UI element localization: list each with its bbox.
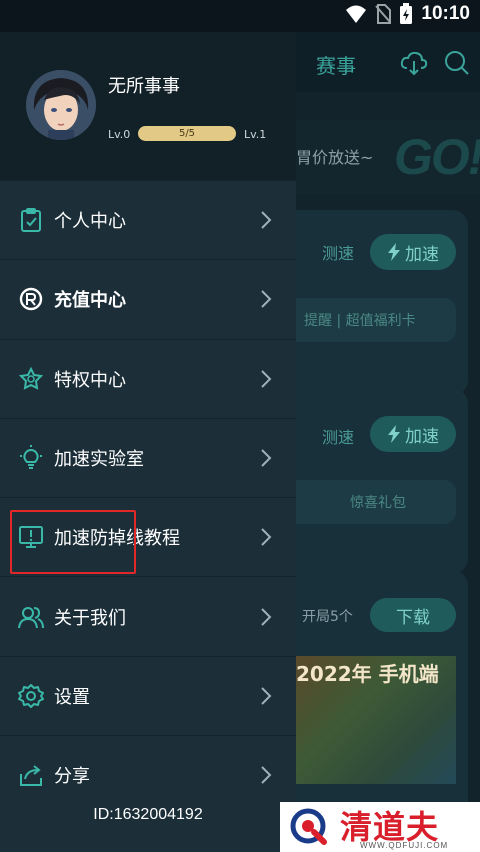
bg-banner: 胃价放送~ GO! bbox=[296, 120, 480, 194]
bg-accelerate-label: 加速 bbox=[405, 244, 439, 265]
bg-accelerate-button: 加速 bbox=[370, 234, 456, 270]
lightbulb-icon bbox=[20, 445, 42, 470]
cloud-download-icon bbox=[400, 51, 428, 76]
menu-item-recharge-center[interactable]: 充值中心 bbox=[0, 259, 296, 338]
background-app: 赛事 胃价放送~ GO! 测速 加速 提醒 | 超值福利卡 测速 加速 惊喜礼包… bbox=[296, 32, 480, 852]
menu-item-label: 关于我们 bbox=[54, 607, 126, 629]
bg-tab-events: 赛事 bbox=[316, 54, 356, 78]
bg-accelerate-label: 加速 bbox=[405, 426, 439, 447]
level-progress-bar: 5/5 bbox=[138, 126, 236, 141]
bg-game-image: 2022年 手机端 bbox=[296, 656, 456, 784]
menu-item-personal-center[interactable]: 个人中心 bbox=[0, 180, 296, 259]
menu-item-acceleration-lab[interactable]: 加速实验室 bbox=[0, 417, 296, 497]
watermark: 清道夫 WWW.QDFUJI.COM bbox=[280, 802, 480, 852]
profile-header[interactable]: 无所事事 Lv.0 5/5 Lv.1 bbox=[0, 32, 296, 180]
menu-item-privilege-center[interactable]: 特权中心 bbox=[0, 338, 296, 418]
level-progress-text: 5/5 bbox=[178, 128, 196, 139]
bg-card-strip: 惊喜礼包 bbox=[296, 480, 456, 524]
menu-item-label: 充值中心 bbox=[54, 290, 126, 312]
bg-accelerate-button: 加速 bbox=[370, 416, 456, 452]
chevron-right-icon bbox=[261, 449, 272, 467]
menu-item-label: 加速防掉线教程 bbox=[54, 528, 180, 550]
search-icon bbox=[445, 51, 469, 75]
bg-game-card: 测速 加速 惊喜礼包 bbox=[296, 388, 468, 574]
bg-header: 赛事 bbox=[296, 32, 480, 92]
bg-speedtest-label: 测速 bbox=[322, 244, 355, 263]
menu-item-anti-disconnect-tutorial[interactable]: 加速防掉线教程 bbox=[0, 497, 296, 576]
bg-opens-label: 开局5个 bbox=[302, 609, 353, 625]
menu-item-label: 设置 bbox=[54, 686, 90, 708]
bg-card-strip: 提醒 | 超值福利卡 bbox=[296, 298, 456, 342]
menu-item-label: 特权中心 bbox=[54, 369, 126, 391]
recharge-coin-icon bbox=[19, 288, 43, 311]
menu-item-label: 个人中心 bbox=[54, 211, 126, 233]
chevron-right-icon bbox=[261, 370, 272, 388]
bg-game-card: 测速 加速 提醒 | 超值福利卡 bbox=[296, 210, 468, 396]
bg-banner-brand: GO! bbox=[394, 129, 480, 185]
avatar[interactable] bbox=[26, 70, 96, 140]
clipboard-icon bbox=[21, 208, 41, 233]
menu-item-share[interactable]: 分享 bbox=[0, 735, 296, 814]
bg-speedtest-label: 测速 bbox=[322, 428, 355, 447]
navigation-drawer: 无所事事 Lv.0 5/5 Lv.1 个人中心 充值中心 特权中心 加速实验室 bbox=[0, 32, 296, 852]
bg-game-image-title: 2022年 手机端 bbox=[296, 662, 439, 686]
menu-item-label: 加速实验室 bbox=[54, 449, 144, 471]
privilege-badge-icon bbox=[18, 366, 44, 390]
lightning-icon bbox=[388, 425, 400, 443]
menu-item-settings[interactable]: 设置 bbox=[0, 655, 296, 735]
chevron-right-icon bbox=[261, 528, 272, 547]
users-icon bbox=[18, 606, 44, 628]
lightning-icon bbox=[388, 243, 400, 261]
chevron-right-icon bbox=[261, 687, 272, 705]
wifi-icon bbox=[346, 5, 367, 23]
level-to-label: Lv.1 bbox=[244, 128, 267, 141]
user-id-label: ID:1632004192 bbox=[93, 806, 203, 823]
chevron-right-icon bbox=[261, 607, 272, 626]
drawer-menu: 个人中心 充值中心 特权中心 加速实验室 加速防掉线教程 关于我们 设置 分享 bbox=[0, 180, 296, 814]
menu-item-about-us[interactable]: 关于我们 bbox=[0, 576, 296, 655]
bg-banner-text: 胃价放送~ bbox=[296, 148, 374, 167]
watermark-logo-icon bbox=[290, 808, 327, 845]
menu-item-label: 分享 bbox=[54, 766, 90, 788]
level-from-label: Lv.0 bbox=[108, 128, 131, 141]
chevron-right-icon bbox=[261, 211, 272, 229]
no-sim-icon bbox=[375, 4, 392, 24]
monitor-alert-icon bbox=[19, 526, 43, 549]
chevron-right-icon bbox=[261, 766, 272, 784]
status-bar: 10:10 bbox=[0, 0, 480, 32]
battery-charging-icon bbox=[400, 3, 413, 24]
watermark-url: WWW.QDFUJI.COM bbox=[360, 841, 449, 850]
bg-download-button: 下载 bbox=[370, 598, 456, 632]
gear-icon bbox=[18, 683, 44, 708]
share-icon bbox=[20, 765, 42, 787]
chevron-right-icon bbox=[261, 290, 272, 309]
username: 无所事事 bbox=[108, 76, 180, 97]
status-time: 10:10 bbox=[421, 3, 470, 24]
